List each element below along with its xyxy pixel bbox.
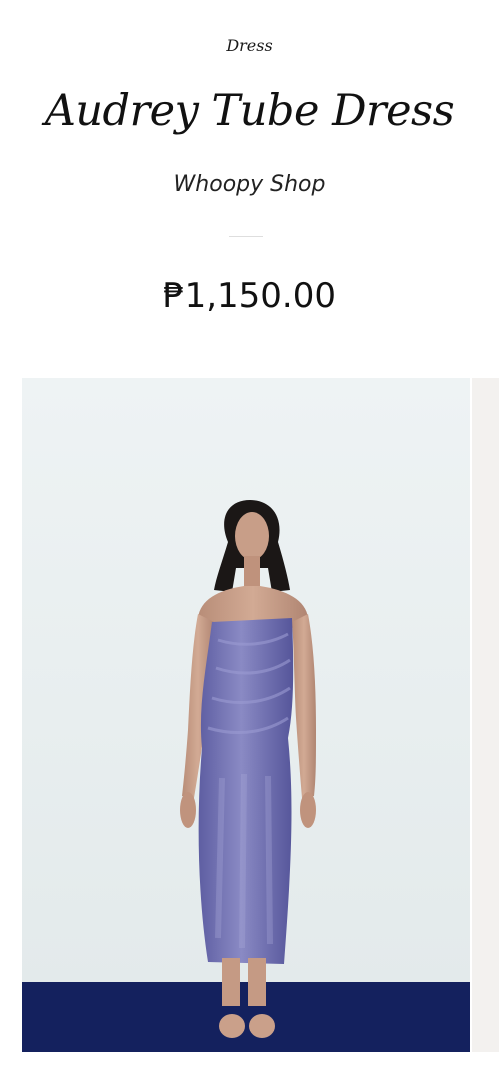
left-foot xyxy=(219,1014,245,1038)
right-hand xyxy=(300,792,316,828)
product-photo-illustration xyxy=(22,378,470,1052)
left-hand xyxy=(180,792,196,828)
floor xyxy=(22,982,470,1052)
product-category: Dress xyxy=(226,36,273,55)
left-leg xyxy=(222,958,240,1006)
right-foot xyxy=(249,1014,275,1038)
neck xyxy=(244,556,260,588)
product-title: Audrey Tube Dress xyxy=(44,86,455,136)
face xyxy=(235,512,269,560)
right-leg xyxy=(248,958,266,1006)
product-price: ₱1,150.00 xyxy=(162,276,337,316)
next-image-preview[interactable] xyxy=(472,378,499,1052)
divider xyxy=(229,236,263,237)
product-image[interactable] xyxy=(22,378,470,1052)
shop-name[interactable]: Whoopy Shop xyxy=(0,172,499,197)
